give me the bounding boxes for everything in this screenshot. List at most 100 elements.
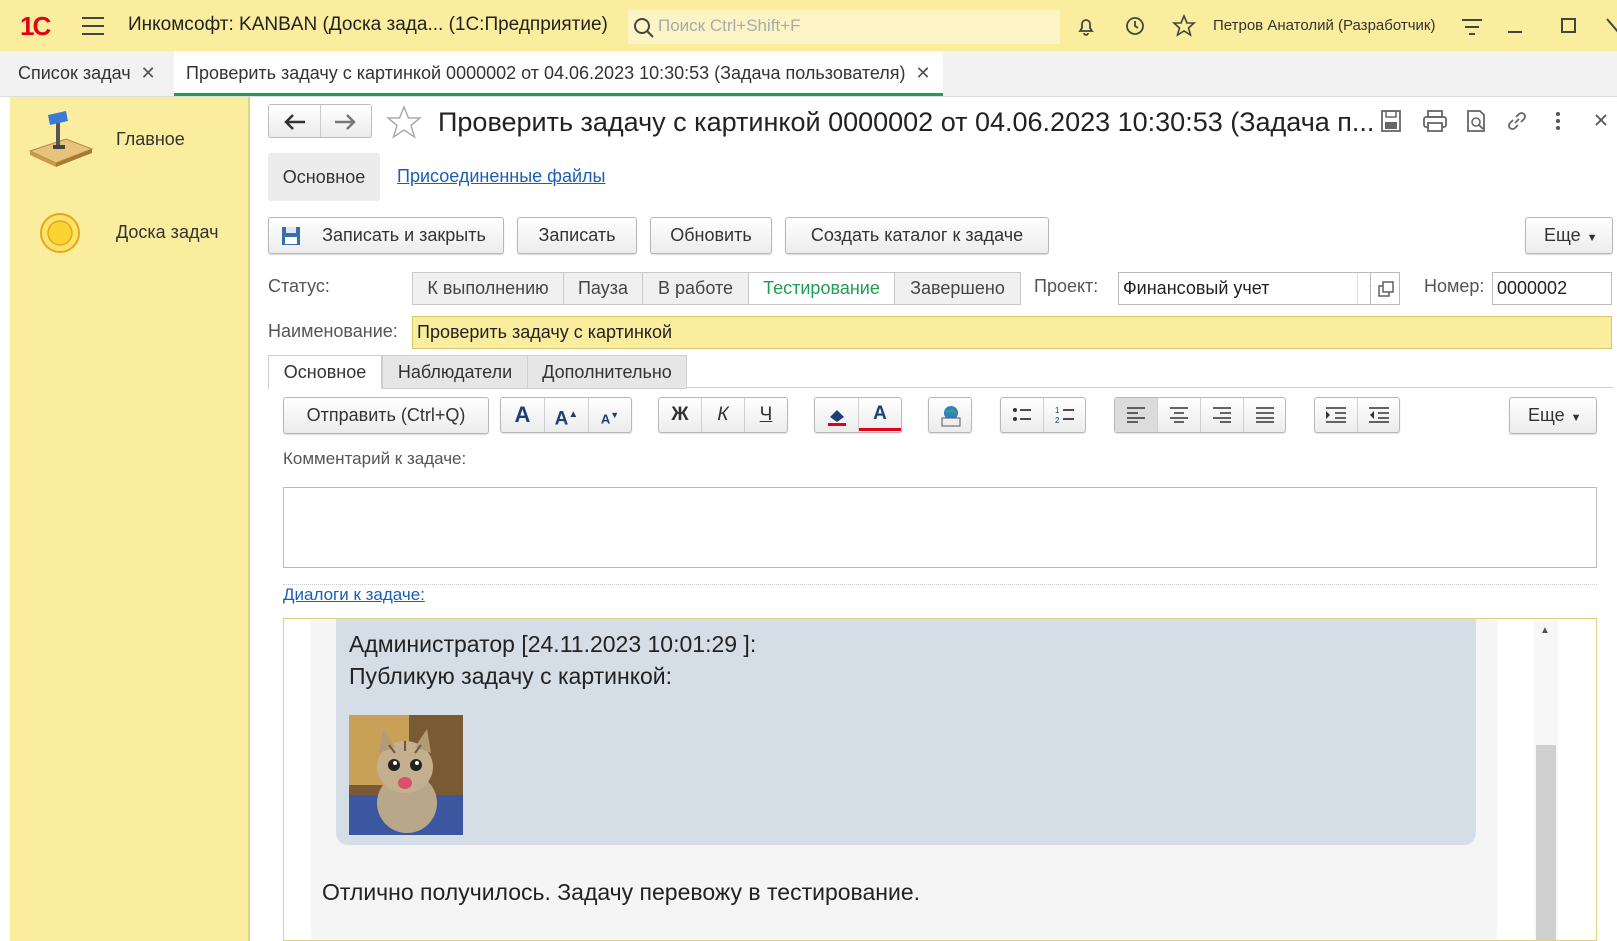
tab-additional[interactable]: Дополнительно [527, 355, 687, 389]
font-increase-icon[interactable]: A▲ [545, 398, 589, 432]
minimize-icon[interactable] [1506, 18, 1524, 36]
maximize-icon[interactable] [1560, 17, 1578, 35]
history-icon[interactable] [1123, 14, 1147, 38]
underline-icon[interactable]: Ч [745, 398, 787, 432]
open-tab-label: Список задач [18, 63, 131, 83]
tab-main[interactable]: Основное [268, 355, 382, 389]
indent-increase-icon[interactable] [1315, 398, 1358, 432]
close-form-icon[interactable] [1594, 113, 1608, 127]
desk-lamp-icon [28, 111, 94, 167]
status-label: Статус: [268, 276, 330, 296]
app-title: Инкомсофт: KANBAN (Доска зада... (1С:Пре… [128, 14, 608, 35]
project-label: Проект: [1034, 276, 1099, 296]
number-field[interactable]: 0000002 [1492, 272, 1612, 305]
message-text: Публикую задачу с картинкой: [349, 663, 673, 689]
align-justify-icon[interactable] [1244, 398, 1285, 432]
comment-textarea[interactable] [283, 487, 1597, 568]
forward-arrow-icon[interactable] [331, 112, 359, 132]
open-item-icon [1378, 281, 1394, 297]
close-window-icon[interactable] [1605, 17, 1617, 35]
favorite-star-icon[interactable] [386, 105, 422, 139]
font-decrease-icon[interactable]: A▼ [589, 398, 631, 432]
status-testing[interactable]: Тестирование [748, 272, 895, 305]
sidebar-item-main[interactable]: Главное [10, 109, 250, 169]
comment-label: Комментарий к задаче: [283, 449, 467, 468]
preview-icon[interactable] [1464, 109, 1488, 133]
button-label: Записать и закрыть [322, 225, 486, 245]
save-disk-icon [282, 227, 300, 245]
open-tab-task-list[interactable]: Список задач ✕ [18, 51, 156, 96]
font-large-icon[interactable]: A [501, 398, 545, 432]
more-vertical-icon[interactable] [1554, 109, 1562, 133]
scrollbar[interactable]: ▲ [1534, 619, 1558, 940]
align-right-icon[interactable] [1201, 398, 1244, 432]
status-pause[interactable]: Пауза [563, 272, 643, 305]
task-form: Проверить задачу с картинкой 0000002 от … [252, 97, 1617, 941]
align-left-icon[interactable] [1115, 398, 1158, 432]
search-input[interactable]: Поиск Ctrl+Shift+F [628, 10, 1060, 44]
form-title: Проверить задачу с картинкой 0000002 от … [438, 107, 1375, 137]
settings-menu-icon[interactable] [1460, 16, 1484, 38]
message-text: Отлично получилось. Задачу перевожу в те… [322, 879, 921, 905]
favorites-star-icon[interactable] [1171, 13, 1197, 39]
bullet-list-icon[interactable] [1001, 398, 1044, 432]
status-todo[interactable]: К выполнению [412, 272, 564, 305]
open-tab-current-task[interactable]: Проверить задачу с картинкой 0000002 от … [174, 51, 943, 96]
align-center-icon[interactable] [1158, 398, 1201, 432]
open-tab-label: Проверить задачу с картинкой 0000002 от … [186, 63, 906, 83]
link-icon[interactable] [1505, 109, 1529, 133]
nav-arrows [268, 104, 372, 138]
glyph: A [554, 408, 569, 430]
italic-icon[interactable]: К [702, 398, 745, 432]
chevron-down-icon: ▼ [1570, 412, 1582, 424]
svg-text:1: 1 [1055, 406, 1060, 415]
bold-icon[interactable]: Ж [659, 398, 702, 432]
chevron-down-icon: ▼ [1586, 232, 1598, 244]
button-label: Еще [1528, 405, 1565, 425]
save-and-close-button[interactable]: Записать и закрыть [268, 217, 504, 254]
current-user[interactable]: Петров Анатолий (Разработчик) [1213, 17, 1435, 34]
status-in-progress[interactable]: В работе [642, 272, 749, 305]
font-color-icon[interactable]: A [859, 400, 901, 431]
status-done[interactable]: Завершено [894, 272, 1021, 305]
glyph: A [600, 411, 611, 427]
search-placeholder: Поиск Ctrl+Shift+F [658, 16, 801, 35]
nav-tab-attached-files[interactable]: Присоединенные файлы [397, 166, 606, 187]
search-icon [634, 18, 654, 38]
font-size-group: A A▲ A▼ [500, 397, 632, 433]
bell-icon[interactable] [1074, 14, 1098, 38]
refresh-button[interactable]: Обновить [650, 217, 772, 254]
list-group: 12 [1000, 397, 1086, 433]
more-actions-button[interactable]: Еще ▼ [1525, 217, 1613, 254]
sections-panel: Главное Доска задач [10, 97, 250, 941]
save-disk-icon[interactable] [1380, 109, 1402, 133]
back-arrow-icon[interactable] [281, 112, 309, 132]
scroll-up-icon[interactable]: ▲ [1540, 625, 1550, 636]
name-field[interactable]: Проверить задачу с картинкой [412, 316, 1612, 349]
button-label: Еще [1544, 225, 1581, 245]
close-tab-icon[interactable]: ✕ [141, 63, 156, 83]
message-bubble: Администратор [24.11.2023 10:01:29 ]: Пу… [336, 619, 1476, 845]
send-button[interactable]: Отправить (Ctrl+Q) [283, 397, 489, 434]
app-logo: 1С [20, 11, 51, 41]
print-icon[interactable] [1422, 109, 1448, 133]
dialogs-viewer[interactable]: Администратор [24.11.2023 10:01:29 ]: Пу… [283, 618, 1597, 941]
numbered-list-icon[interactable]: 12 [1044, 398, 1086, 432]
number-label: Номер: [1424, 276, 1485, 296]
project-field[interactable]: Финансовый учет ▼ [1118, 272, 1388, 305]
tab-observers[interactable]: Наблюдатели [382, 355, 528, 389]
indent-decrease-icon[interactable] [1358, 398, 1400, 432]
create-catalog-button[interactable]: Создать каталог к задаче [785, 217, 1049, 254]
menu-icon[interactable] [82, 17, 104, 35]
nav-tab-main[interactable]: Основное [268, 153, 380, 201]
save-button[interactable]: Записать [517, 217, 637, 254]
open-windows-bar: Список задач ✕ Проверить задачу с картинк… [0, 51, 1617, 97]
more-format-button[interactable]: Еще ▼ [1509, 397, 1597, 434]
scrollbar-thumb[interactable] [1536, 745, 1556, 940]
dialogs-link[interactable]: Диалоги к задаче: [283, 585, 425, 605]
open-project-button[interactable] [1370, 272, 1400, 305]
close-tab-icon[interactable]: ✕ [916, 63, 931, 83]
fill-color-icon[interactable] [815, 398, 859, 432]
insert-image-button[interactable] [928, 397, 972, 433]
sidebar-item-task-board[interactable]: Доска задач [10, 203, 250, 263]
